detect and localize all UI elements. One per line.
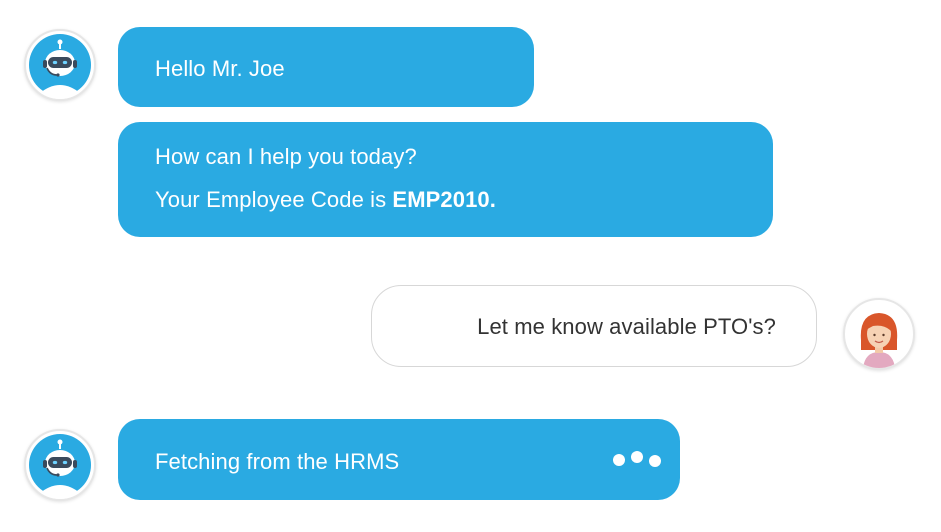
typing-dot (631, 451, 643, 463)
user-avatar-icon (846, 301, 912, 368)
bot-message-fetching: Fetching from the HRMS (118, 419, 680, 500)
help-text: How can I help you today? (155, 144, 417, 169)
fetching-text: Fetching from the HRMS (155, 449, 400, 474)
robot-icon (29, 34, 91, 99)
robot-icon (29, 434, 91, 499)
typing-dot (613, 454, 625, 466)
user-message: Let me know available PTO's? (371, 285, 817, 367)
employee-code-line: Your Employee Code is EMP2010. (155, 187, 496, 213)
user-avatar (843, 298, 915, 370)
greeting-text: Hello Mr. Joe (155, 56, 285, 81)
employee-code-prefix: Your Employee Code is (155, 187, 393, 212)
bot-avatar (24, 429, 96, 501)
bot-message-greeting: Hello Mr. Joe (118, 27, 534, 107)
typing-dots-icon (613, 449, 663, 469)
employee-code-value: EMP2010. (392, 187, 496, 212)
typing-dot (649, 455, 661, 467)
user-message-text: Let me know available PTO's? (477, 314, 776, 339)
bot-avatar (24, 29, 96, 101)
bot-message-help: How can I help you today? Your Employee … (118, 122, 773, 237)
